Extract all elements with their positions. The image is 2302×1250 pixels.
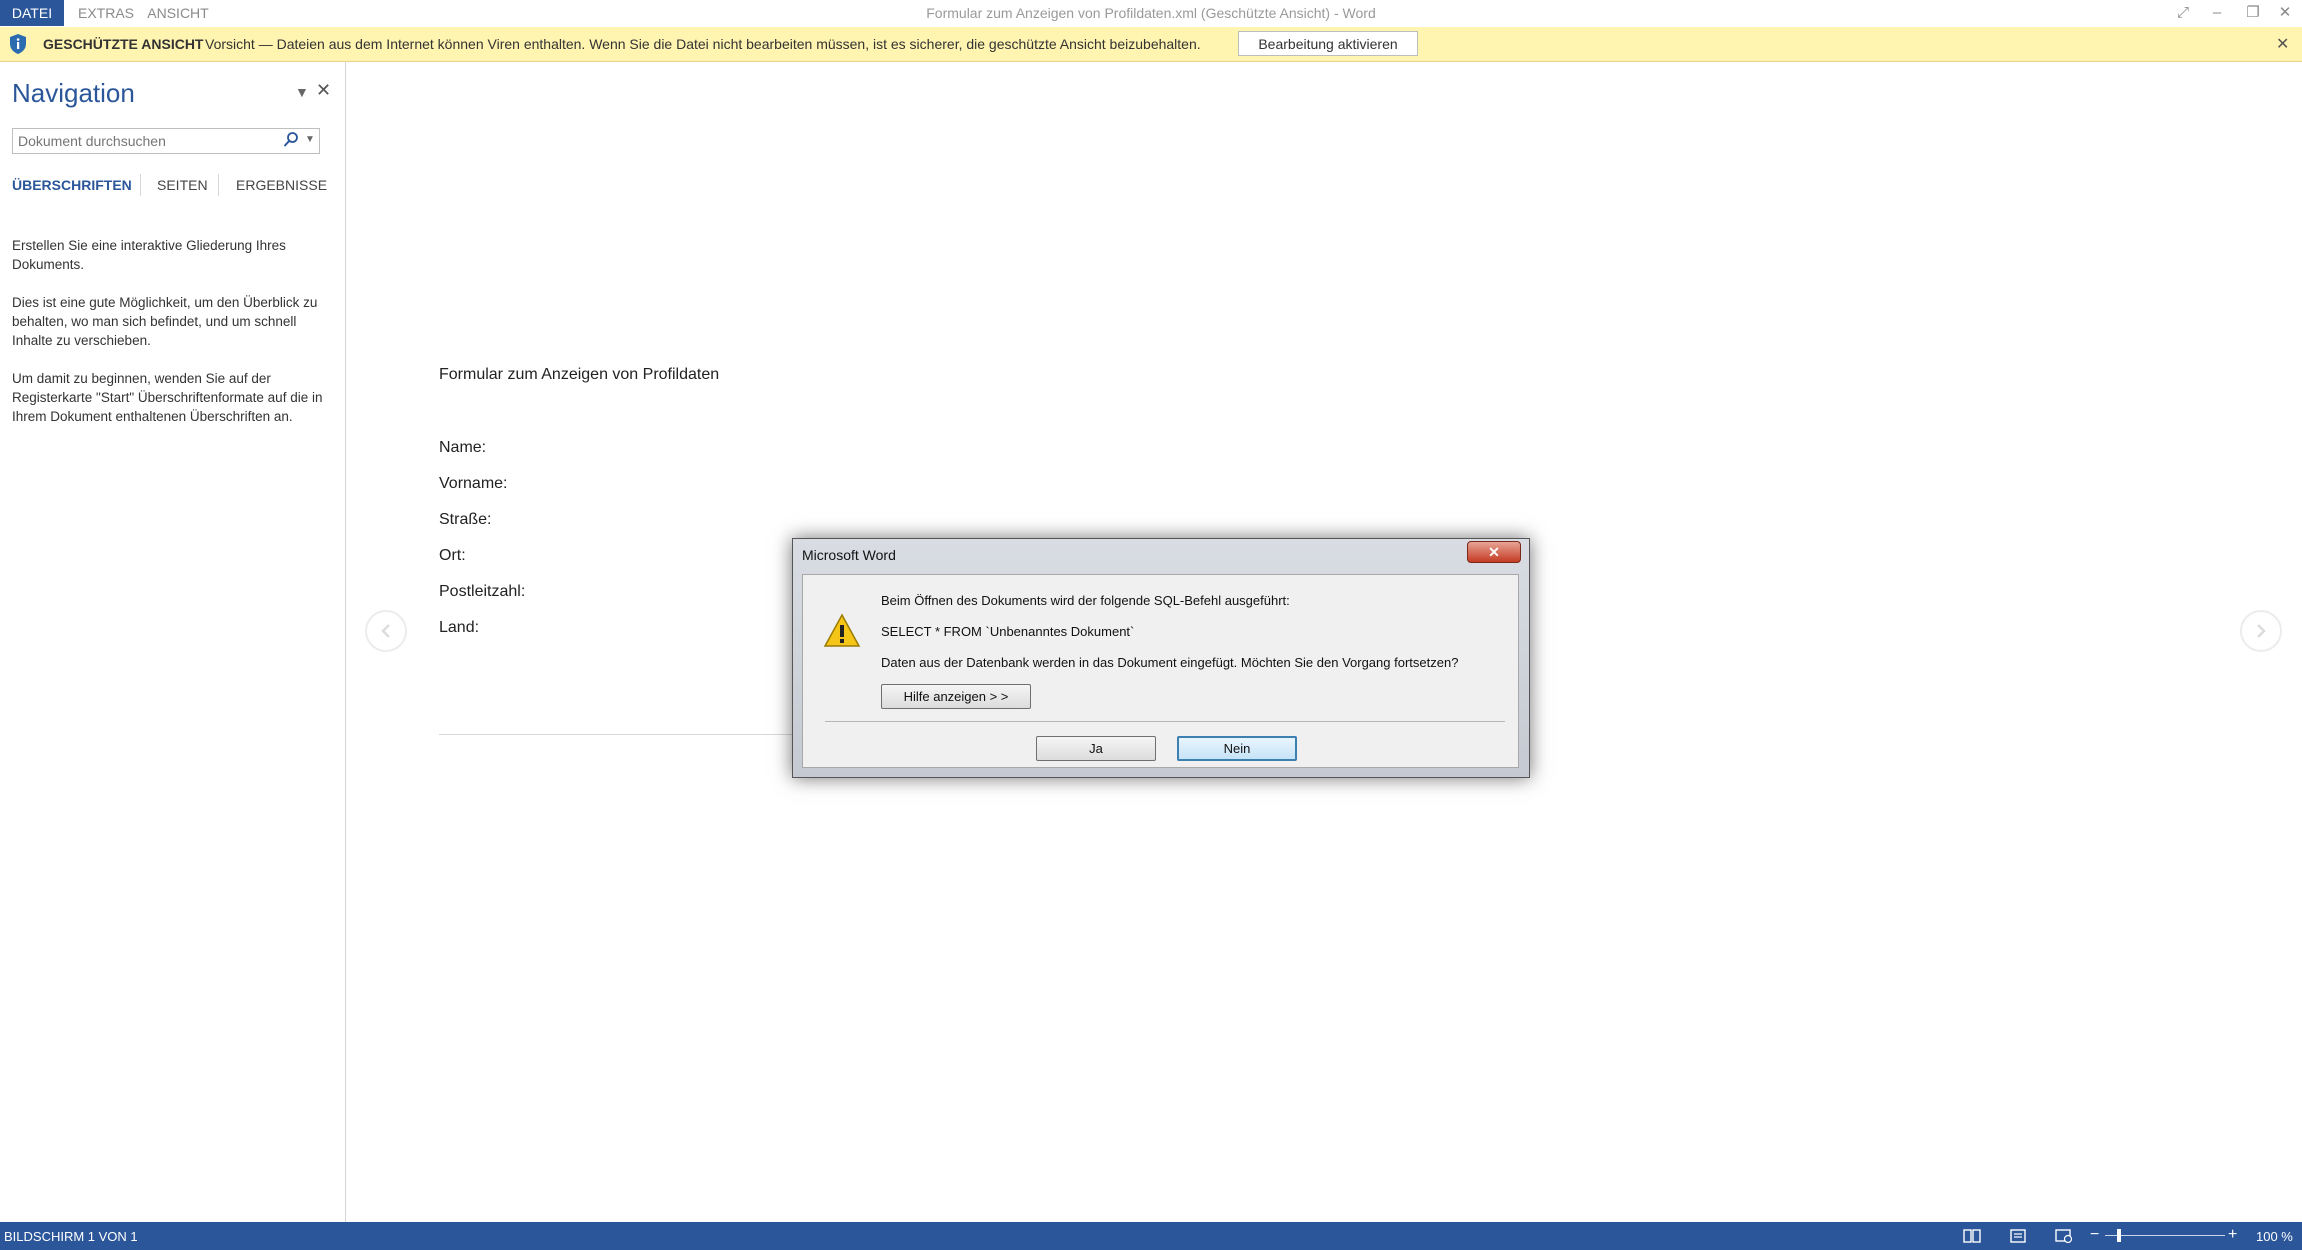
chevron-down-icon[interactable]: ▼ [295,84,309,100]
divider [825,721,1505,722]
next-screen-button[interactable] [2240,610,2282,652]
navigation-title: Navigation [12,78,135,108]
minimize-button[interactable]: – [2204,2,2230,24]
search-icon[interactable] [283,131,299,149]
yes-button[interactable]: Ja [1036,736,1156,761]
chevron-down-icon[interactable]: ▼ [305,134,315,145]
navigation-pane: Navigation ▼ ✕ ▼ ÜBERSCHRIFTEN SEITEN ER… [0,62,346,1222]
dialog-message: Beim Öffnen des Dokuments wird der folge… [881,593,1290,608]
title-bar: DATEI EXTRAS ANSICHT Formular zum Anzeig… [0,0,2302,26]
field-label: Land: [439,619,480,636]
page-info: BILDSCHIRM 1 VON 1 [4,1229,138,1244]
restore-button[interactable]: ❐ [2240,2,2266,24]
tab-seiten[interactable]: SEITEN [157,177,208,193]
zoom-out-button[interactable]: − [2090,1226,2099,1244]
no-button[interactable]: Nein [1177,736,1297,761]
fullscreen-icon[interactable]: ⤢ [2170,2,2196,24]
nav-help-text: Erstellen Sie eine interaktive Gliederun… [12,238,286,272]
warning-icon [823,613,861,647]
read-mode-icon[interactable] [1963,1229,1981,1243]
tab-ergebnisse[interactable]: ERGEBNISSE [236,177,327,193]
field-label: Vorname: [439,475,508,492]
window-title: Formular zum Anzeigen von Profildaten.xm… [926,5,1376,21]
show-help-button[interactable]: Hilfe anzeigen > > [881,684,1031,709]
field-label: Name: [439,439,487,456]
dialog-close-button[interactable]: ✕ [1467,541,1521,563]
nav-help-text: Dies ist eine gute Möglichkeit, um den Ü… [12,295,318,348]
close-icon[interactable]: ✕ [316,80,331,101]
chevron-right-icon [2257,624,2266,638]
shield-info-icon [10,34,26,54]
protected-view-title: GESCHÜTZTE ANSICHT [43,36,204,52]
search-input[interactable] [12,128,320,154]
document-title: Formular zum Anzeigen von Profildaten [439,366,720,383]
close-icon[interactable]: ✕ [2276,34,2289,54]
protected-view-bar: GESCHÜTZTE ANSICHT Vorsicht — Dateien au… [0,27,2302,62]
divider [140,174,141,196]
enable-editing-button[interactable]: Bearbeitung aktivieren [1238,31,1418,56]
previous-screen-button[interactable] [365,610,407,652]
zoom-slider[interactable] [2105,1235,2225,1236]
dialog-question: Daten aus der Datenbank werden in das Do… [881,655,1459,670]
print-layout-icon[interactable] [2009,1229,2027,1243]
field-label: Straße: [439,511,492,528]
dialog-title: Microsoft Word [802,547,896,563]
nav-help-text: Um damit zu beginnen, wenden Sie auf der… [12,371,323,424]
dialog-sql-command: SELECT * FROM `Unbenanntes Dokument` [881,624,1135,639]
status-bar: BILDSCHIRM 1 VON 1 − + 100 % [0,1222,2302,1250]
sql-confirm-dialog: Microsoft Word ✕ Beim Öffnen des Dokumen… [792,538,1530,778]
chevron-left-icon [381,624,390,638]
zoom-level[interactable]: 100 % [2256,1229,2293,1244]
protected-view-message: Vorsicht — Dateien aus dem Internet könn… [205,36,1201,52]
web-layout-icon[interactable] [2055,1229,2073,1243]
close-window-button[interactable]: ✕ [2272,2,2298,24]
field-label: Postleitzahl: [439,583,526,600]
zoom-slider-thumb[interactable] [2116,1229,2121,1242]
dialog-body: Beim Öffnen des Dokuments wird der folge… [802,574,1519,768]
field-label: Ort: [439,547,466,564]
zoom-in-button[interactable]: + [2228,1226,2237,1244]
divider [218,174,219,196]
tab-ueberschriften[interactable]: ÜBERSCHRIFTEN [12,177,132,193]
